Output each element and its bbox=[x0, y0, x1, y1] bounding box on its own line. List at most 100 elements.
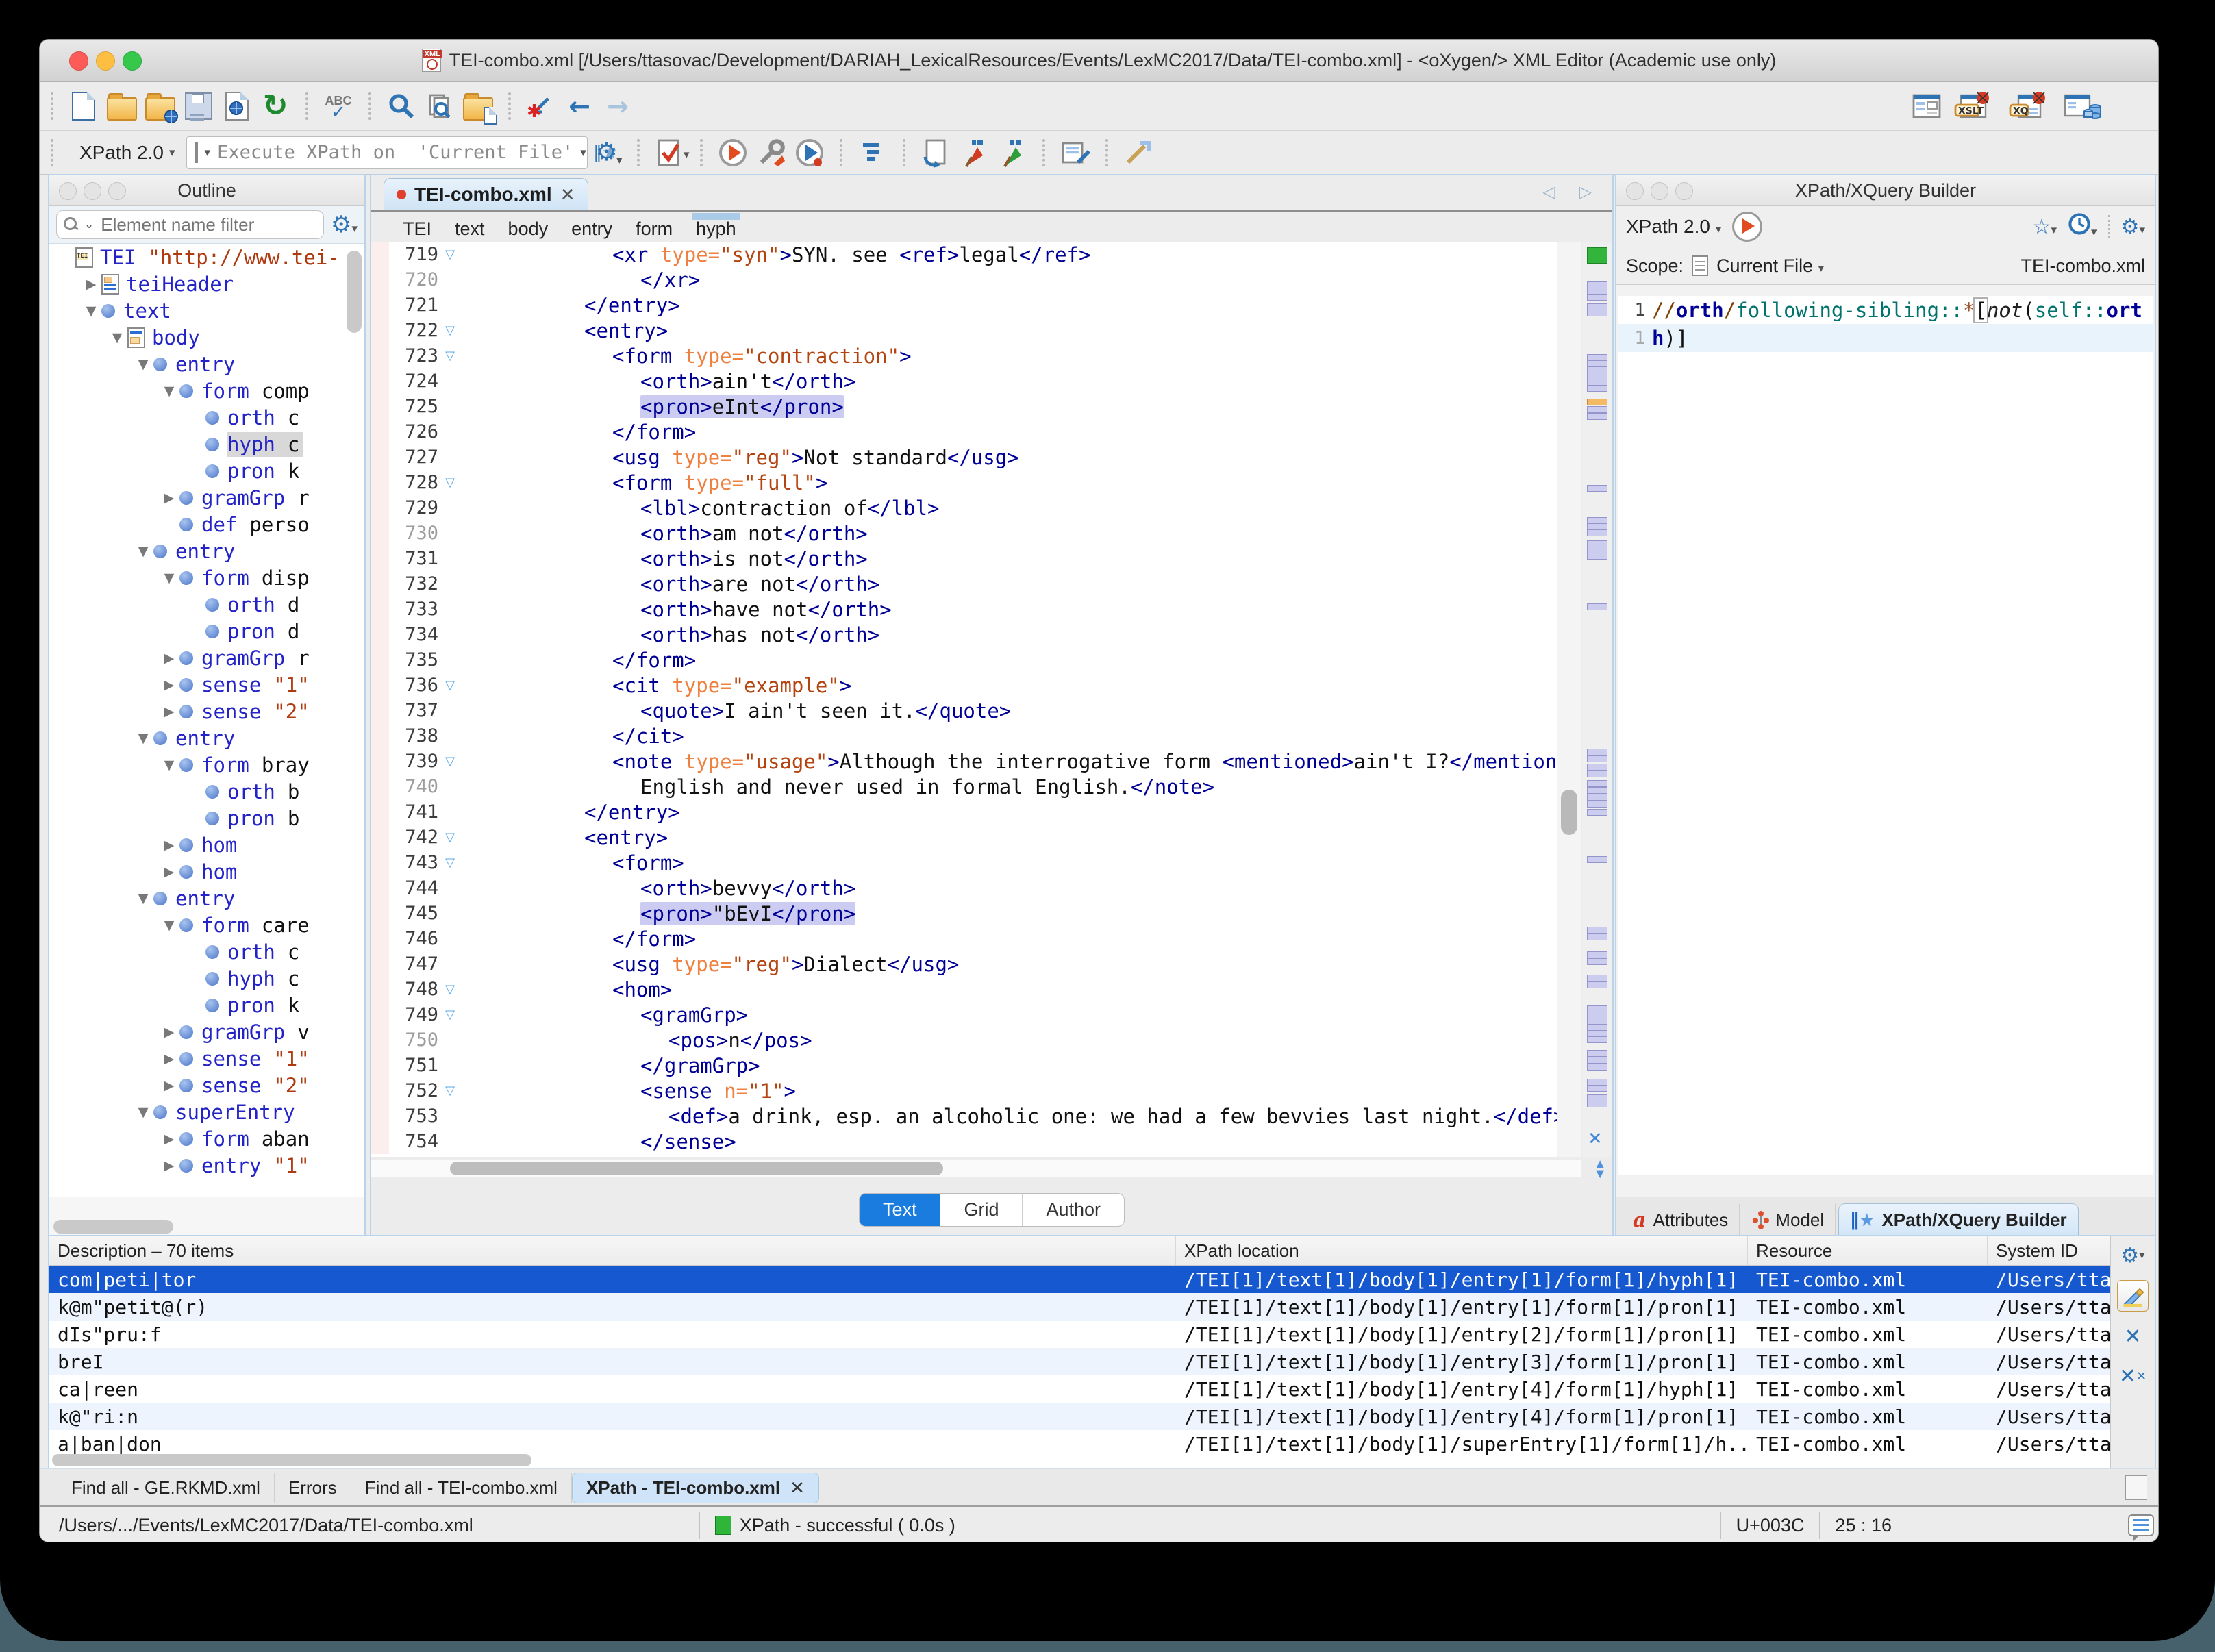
outline-panel-header[interactable]: Outline bbox=[49, 175, 364, 206]
outline-item-hyph[interactable]: hyphc bbox=[49, 965, 364, 992]
editor-horizontal-scrollbar[interactable] bbox=[371, 1160, 1581, 1177]
close-tab-icon[interactable]: ✕ bbox=[790, 1477, 805, 1499]
outline-item-gramGrp[interactable]: ▶ gramGrpr bbox=[49, 644, 364, 671]
code-line[interactable]: 721 </entry> bbox=[371, 292, 1581, 318]
code-line[interactable]: 749 ▽ <gramGrp> bbox=[371, 1002, 1581, 1027]
fold-toggle-icon[interactable]: ▽ bbox=[438, 678, 462, 692]
code-line[interactable]: 743 ▽ <form> bbox=[371, 850, 1581, 875]
occurrence-marker[interactable] bbox=[1587, 771, 1607, 777]
tree-down-arrow-icon[interactable]: ▼ bbox=[133, 1105, 153, 1120]
outline-item-def[interactable]: defperso bbox=[49, 511, 364, 538]
tree-down-arrow-icon[interactable]: ▼ bbox=[159, 571, 179, 586]
table-row[interactable]: dIs"pru:f /TEI[1]/text[1]/body[1]/entry[… bbox=[49, 1321, 2155, 1348]
history-clock-icon[interactable]: ▾ bbox=[2068, 212, 2097, 241]
scope-select[interactable]: Current File ▾ bbox=[1716, 255, 1824, 277]
builder-engine-select[interactable]: XPath 2.0 ▾ bbox=[1626, 216, 1721, 238]
xpath-expression-combo[interactable]: ▾ Execute XPath on 'Current File' ▾ ∥★ bbox=[186, 136, 588, 169]
editor-vertical-scrollbar[interactable] bbox=[1557, 242, 1581, 1157]
tree-down-arrow-icon[interactable]: ▼ bbox=[159, 918, 179, 933]
tree-down-arrow-icon[interactable]: ▼ bbox=[133, 357, 153, 372]
view-button-Grid[interactable]: Grid bbox=[940, 1194, 1022, 1226]
fold-toggle-icon[interactable]: ▽ bbox=[438, 982, 462, 997]
code-line[interactable]: 745 <pron>"bEvI</pron> bbox=[371, 901, 1581, 926]
breadcrumb-item-form[interactable]: form bbox=[636, 214, 673, 240]
table-row[interactable]: k@"ri:n /TEI[1]/text[1]/body[1]/entry[4]… bbox=[49, 1403, 2155, 1430]
settings-gear-icon[interactable]: ⚙▾ bbox=[591, 137, 623, 168]
xpath-query-editor[interactable]: 1//orth/following-sibling::*[not(self::o… bbox=[1618, 296, 2153, 1175]
outline-item-entry[interactable]: ▼ entry bbox=[49, 725, 364, 751]
tab-scroll-arrows[interactable]: ◁ ▷ bbox=[1542, 182, 1601, 202]
outline-item-sense[interactable]: ▶ sense"2" bbox=[49, 698, 364, 725]
outline-item-form[interactable]: ▼ formcomp bbox=[49, 377, 364, 404]
save-icon[interactable] bbox=[183, 90, 214, 122]
query-line-wrapped[interactable]: 1h)] bbox=[1618, 324, 2153, 352]
outline-item-orth[interactable]: orthd bbox=[49, 591, 364, 618]
new-document-icon[interactable] bbox=[68, 90, 99, 122]
query-line[interactable]: 1//orth/following-sibling::*[not(self::o… bbox=[1618, 296, 2153, 324]
bottom-tab-find-all---ge-rkmd-xml[interactable]: Find all - GE.RKMD.xml bbox=[58, 1473, 275, 1503]
favorites-star-icon[interactable]: ☆▾ bbox=[2033, 215, 2057, 239]
occurrence-marker[interactable] bbox=[1587, 856, 1607, 863]
debug-xquery-icon[interactable]: XQ bbox=[2004, 90, 2052, 122]
go-to-last-edit-icon[interactable]: ↙✱ bbox=[525, 90, 557, 122]
occurrence-marker[interactable] bbox=[1587, 787, 1607, 794]
outline-item-form[interactable]: ▶ formaban bbox=[49, 1125, 364, 1152]
tree-down-arrow-icon[interactable]: ▼ bbox=[133, 544, 153, 559]
results-column-header[interactable]: Resource bbox=[1748, 1236, 1988, 1265]
code-line[interactable]: 735 </form> bbox=[371, 647, 1581, 673]
tree-right-arrow-icon[interactable]: ▶ bbox=[159, 864, 179, 879]
tree-down-arrow-icon[interactable]: ▼ bbox=[133, 731, 153, 746]
breadcrumb-item-entry[interactable]: entry bbox=[571, 214, 612, 240]
code-line[interactable]: 744 <orth>bevvy</orth> bbox=[371, 875, 1581, 901]
find-in-files-icon[interactable] bbox=[424, 90, 455, 122]
outline-item-entry[interactable]: ▶ entry"1" bbox=[49, 1152, 364, 1179]
notifications-icon[interactable] bbox=[2128, 1514, 2154, 1536]
occurrence-marker[interactable] bbox=[1587, 981, 1607, 988]
code-line[interactable]: 748 ▽ <hom> bbox=[371, 977, 1581, 1002]
code-line[interactable]: 729 <lbl>contraction of</lbl> bbox=[371, 495, 1581, 521]
occurrence-marker[interactable] bbox=[1587, 310, 1607, 316]
view-button-Author[interactable]: Author bbox=[1022, 1194, 1124, 1226]
tree-down-arrow-icon[interactable]: ▼ bbox=[133, 891, 153, 906]
code-line[interactable]: 753 <def>a drink, esp. an alcoholic one:… bbox=[371, 1103, 1581, 1129]
validate-icon[interactable]: ▾ bbox=[654, 137, 686, 168]
code-line[interactable]: 731 <orth>is not</orth> bbox=[371, 546, 1581, 571]
outline-item-TEI[interactable]: TEI"http://www.tei- bbox=[49, 244, 364, 271]
occurrence-marker[interactable] bbox=[1587, 385, 1607, 392]
tree-right-arrow-icon[interactable]: ▶ bbox=[159, 838, 179, 853]
code-line[interactable]: 732 <orth>are not</orth> bbox=[371, 571, 1581, 597]
outline-item-hom[interactable]: ▶ hom bbox=[49, 831, 364, 858]
outline-item-gramGrp[interactable]: ▶ gramGrpv bbox=[49, 1018, 364, 1045]
bottom-tab-xpath---tei-combo-xml[interactable]: XPath - TEI-combo.xml✕ bbox=[572, 1473, 819, 1503]
tree-down-arrow-icon[interactable]: ▼ bbox=[159, 758, 179, 773]
outline-item-teiHeader[interactable]: ▶ teiHeader bbox=[49, 271, 364, 297]
code-line[interactable]: 740 English and never used in formal Eng… bbox=[371, 774, 1581, 799]
occurrence-marker[interactable] bbox=[1587, 764, 1607, 771]
occurrence-marker[interactable] bbox=[1587, 809, 1607, 816]
code-line[interactable]: 720 </xr> bbox=[371, 267, 1581, 292]
occurrence-marker[interactable] bbox=[1587, 1057, 1607, 1064]
code-line[interactable]: 752 ▽ <sense n="1"> bbox=[371, 1078, 1581, 1103]
spell-check-icon[interactable]: ABC✓ bbox=[323, 90, 354, 122]
occurrence-marker[interactable] bbox=[1587, 1064, 1607, 1071]
tree-right-arrow-icon[interactable]: ▶ bbox=[81, 277, 101, 292]
outline-item-form[interactable]: ▼ formcare bbox=[49, 912, 364, 938]
occurrence-marker[interactable] bbox=[1587, 553, 1607, 560]
code-line[interactable]: 725 <pron>eInt</pron> bbox=[371, 394, 1581, 419]
configure-transformation-icon[interactable] bbox=[755, 137, 787, 168]
builder-settings-gear-icon[interactable]: ⚙▾ bbox=[2121, 215, 2145, 239]
breadcrumb-item-TEI[interactable]: TEI bbox=[403, 214, 431, 240]
editor-layout-icon[interactable] bbox=[1911, 90, 1942, 122]
occurrence-marker[interactable] bbox=[1587, 1085, 1607, 1092]
outline-item-entry[interactable]: ▼ entry bbox=[49, 351, 364, 377]
code-line[interactable]: 736 ▽ <cit type="example"> bbox=[371, 673, 1581, 698]
debug-transformation-icon[interactable] bbox=[794, 137, 825, 168]
tree-right-arrow-icon[interactable]: ▶ bbox=[159, 677, 179, 692]
tree-right-arrow-icon[interactable]: ▶ bbox=[159, 1078, 179, 1093]
outline-settings-gear-icon[interactable]: ⚙▾ bbox=[331, 211, 358, 238]
tree-right-arrow-icon[interactable]: ▶ bbox=[159, 1131, 179, 1147]
occurrence-marker[interactable] bbox=[1587, 958, 1607, 965]
outline-item-pron[interactable]: pronk bbox=[49, 458, 364, 484]
outline-vertical-scrollbar[interactable] bbox=[347, 251, 362, 333]
outline-item-gramGrp[interactable]: ▶ gramGrpr bbox=[49, 484, 364, 511]
